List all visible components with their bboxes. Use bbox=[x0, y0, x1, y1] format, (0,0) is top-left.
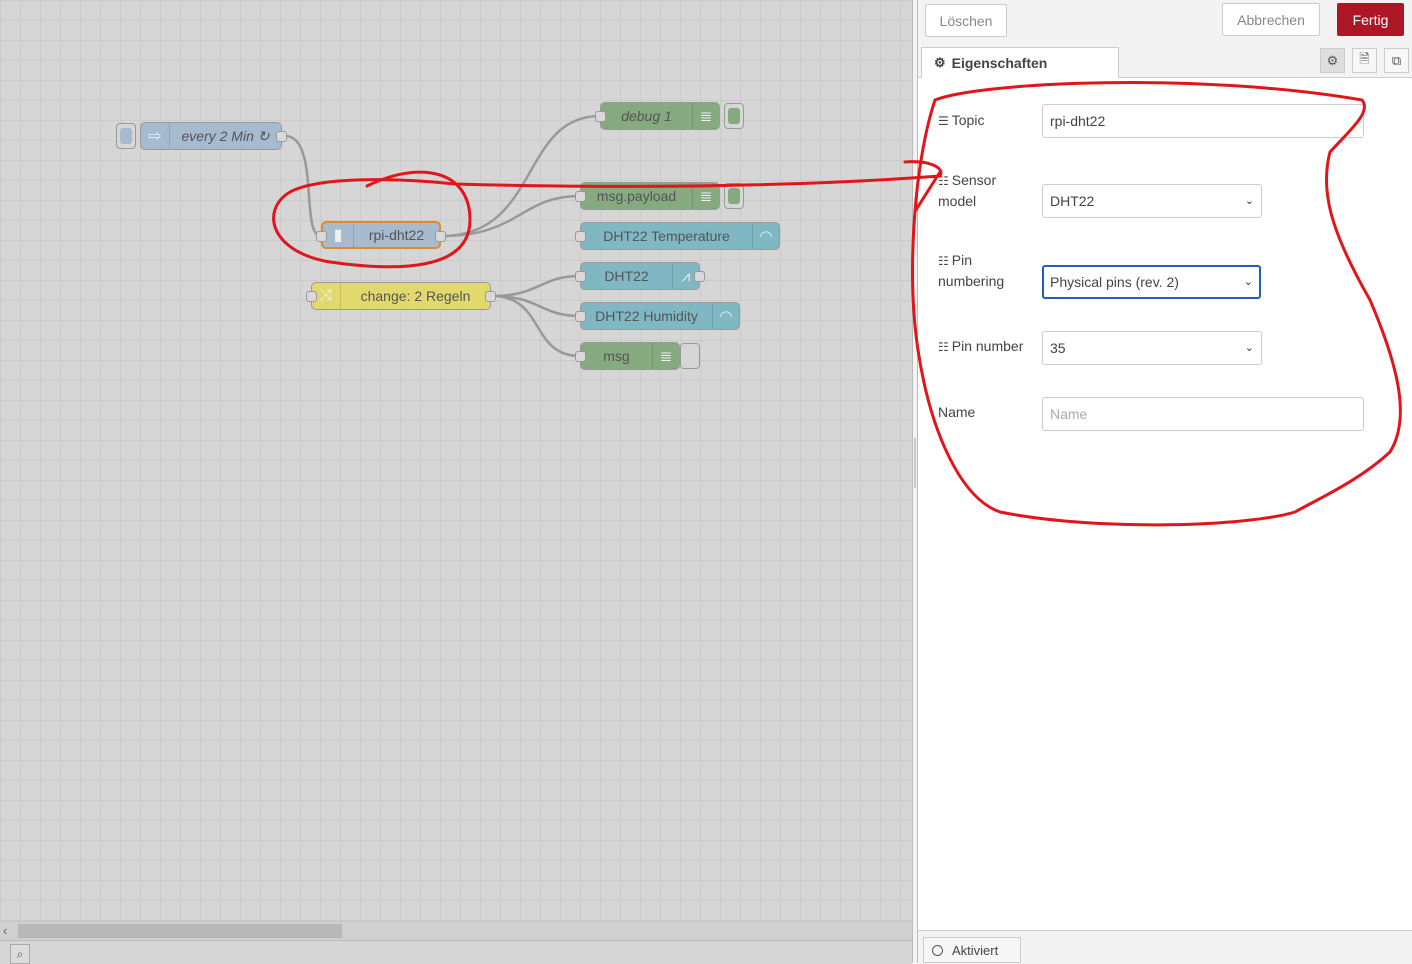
input-port[interactable] bbox=[306, 291, 317, 302]
change-node[interactable]: ⤨ change: 2 Regeln bbox=[306, 282, 496, 310]
list-icon: ≣ bbox=[692, 183, 719, 209]
list-icon: ☷ bbox=[938, 340, 949, 354]
list-icon: ☷ bbox=[938, 254, 949, 268]
list-icon: ≣ bbox=[652, 343, 679, 369]
input-port[interactable] bbox=[595, 111, 606, 122]
debug1-node[interactable]: debug 1 ≣ bbox=[595, 102, 720, 130]
temperature-node-label: DHT22 Temperature bbox=[603, 228, 730, 244]
document-icon[interactable]: 🗎 bbox=[1352, 48, 1377, 73]
sensor-label-line2: model bbox=[938, 193, 977, 209]
gear-icon[interactable]: ⚙ bbox=[1320, 48, 1345, 73]
arrow-right-icon: ⇨ bbox=[141, 123, 170, 149]
chevron-down-icon: ⌄ bbox=[1244, 342, 1254, 354]
chevron-left-icon[interactable]: ‹ bbox=[3, 923, 7, 938]
output-port[interactable] bbox=[485, 291, 496, 302]
humidity-node-label: DHT22 Humidity bbox=[595, 308, 698, 324]
msg-node-label: msg bbox=[603, 348, 630, 364]
topic-label: ☰ Topic bbox=[938, 110, 984, 131]
name-input[interactable] bbox=[1042, 397, 1364, 431]
inject-node[interactable]: ⇨ every 2 Min ↻ bbox=[140, 122, 287, 150]
topic-input[interactable] bbox=[1042, 104, 1364, 138]
pinnum-label-line1: Pin bbox=[951, 252, 972, 268]
debug1-node-label: debug 1 bbox=[621, 108, 672, 124]
enabled-label: Aktiviert bbox=[952, 942, 999, 958]
pinnum-label-line2: numbering bbox=[938, 273, 1005, 289]
msg-payload-toggle-button[interactable] bbox=[724, 183, 744, 209]
debug1-toggle-button[interactable] bbox=[724, 103, 744, 129]
output-port[interactable] bbox=[694, 271, 705, 282]
chevron-down-icon: ⌄ bbox=[1243, 276, 1253, 288]
input-port[interactable] bbox=[575, 231, 586, 242]
panel-tabs: ⚙ Eigenschaften ⚙ 🗎 ⧉ bbox=[918, 44, 1412, 78]
flow-wires bbox=[284, 114, 601, 358]
wire-dht-to-debug1 bbox=[441, 114, 601, 238]
output-port[interactable] bbox=[276, 131, 287, 142]
list-icon: ≣ bbox=[692, 103, 719, 129]
humidity-gauge-node[interactable]: DHT22 Humidity ◠ bbox=[575, 302, 740, 330]
edit-toolbar: Löschen Abbrechen Fertig bbox=[918, 0, 1412, 45]
sensor-model-label: ☷ Sensor model bbox=[938, 170, 996, 211]
circle-icon bbox=[932, 944, 943, 956]
done-button[interactable]: Fertig bbox=[1337, 3, 1404, 36]
name-label: Name bbox=[938, 404, 976, 420]
pin-number-value: 35 bbox=[1050, 340, 1066, 356]
inject-node-label: every 2 Min ↻ bbox=[181, 127, 270, 144]
topic-label-text: Topic bbox=[951, 112, 985, 128]
pin-numbering-select[interactable]: Physical pins (rev. 2) ⌄ bbox=[1042, 265, 1261, 299]
sensor-model-value: DHT22 bbox=[1050, 193, 1095, 209]
wire-change-to-humidity bbox=[491, 294, 581, 318]
input-port[interactable] bbox=[316, 231, 327, 242]
msg-payload-node-label: msg.payload bbox=[596, 188, 677, 204]
wire-inject-to-dht bbox=[284, 134, 322, 238]
cancel-button[interactable]: Abbrechen bbox=[1222, 3, 1320, 36]
input-port[interactable] bbox=[575, 311, 586, 322]
change-node-label: change: 2 Regeln bbox=[360, 288, 471, 304]
input-port[interactable] bbox=[575, 351, 586, 362]
pin-number-label: ☷ Pin number bbox=[938, 336, 1023, 357]
input-port[interactable] bbox=[575, 271, 586, 282]
pin-numbering-label: ☷ Pin numbering bbox=[938, 250, 1004, 291]
wire-change-to-chart bbox=[491, 274, 581, 298]
pin-number-label-text: Pin number bbox=[951, 338, 1024, 354]
node-status-bar: Aktiviert bbox=[918, 930, 1412, 964]
msg-debug-node[interactable]: msg ≣ bbox=[575, 342, 680, 370]
tasks-icon: ☰ bbox=[938, 114, 949, 128]
edit-panel: Löschen Abbrechen Fertig ⚙ Eigenschaften… bbox=[918, 0, 1412, 964]
msg-toggle-button[interactable] bbox=[680, 343, 700, 369]
pin-numbering-value: Physical pins (rev. 2) bbox=[1050, 274, 1179, 290]
pin-number-select[interactable]: 35 ⌄ bbox=[1042, 331, 1262, 365]
output-port[interactable] bbox=[435, 231, 446, 242]
frame-icon[interactable]: ⧉ bbox=[1384, 48, 1409, 73]
msg-payload-node[interactable]: msg.payload ≣ bbox=[575, 182, 720, 210]
tab-properties-label: Eigenschaften bbox=[951, 55, 1048, 71]
thermometer-icon: ▮ bbox=[323, 223, 354, 247]
chart-node-label: DHT22 bbox=[604, 268, 649, 284]
list-icon: ☷ bbox=[938, 174, 949, 188]
chart-node[interactable]: DHT22 ⩘ bbox=[575, 262, 705, 290]
sensor-label-line1: Sensor bbox=[951, 172, 997, 188]
sensor-model-select[interactable]: DHT22 ⌄ bbox=[1042, 184, 1262, 218]
dht-node-label: rpi-dht22 bbox=[368, 227, 425, 243]
scrollbar-thumb[interactable] bbox=[18, 924, 342, 938]
input-port[interactable] bbox=[575, 191, 586, 202]
horizontal-scrollbar[interactable]: ‹ bbox=[0, 921, 912, 940]
flow-workspace[interactable]: ⇨ every 2 Min ↻ ▮ rpi-dht22 debug 1 ≣ ms… bbox=[0, 0, 912, 940]
splitter-grip[interactable] bbox=[914, 438, 916, 488]
workspace-footer: ⌕ bbox=[0, 940, 912, 964]
inject-trigger-button[interactable] bbox=[116, 123, 136, 149]
delete-button[interactable]: Löschen bbox=[925, 4, 1007, 37]
chevron-down-icon: ⌄ bbox=[1244, 195, 1254, 207]
enabled-toggle[interactable]: Aktiviert bbox=[923, 937, 1021, 963]
rpi-dht22-node[interactable]: ▮ rpi-dht22 bbox=[316, 221, 446, 249]
gauge-icon: ◠ bbox=[752, 223, 779, 249]
temperature-gauge-node[interactable]: DHT22 Temperature ◠ bbox=[575, 222, 780, 250]
tab-properties[interactable]: ⚙ Eigenschaften bbox=[921, 47, 1119, 78]
gear-icon: ⚙ bbox=[934, 55, 946, 70]
search-icon[interactable]: ⌕ bbox=[10, 944, 30, 964]
gauge-icon: ◠ bbox=[712, 303, 739, 329]
